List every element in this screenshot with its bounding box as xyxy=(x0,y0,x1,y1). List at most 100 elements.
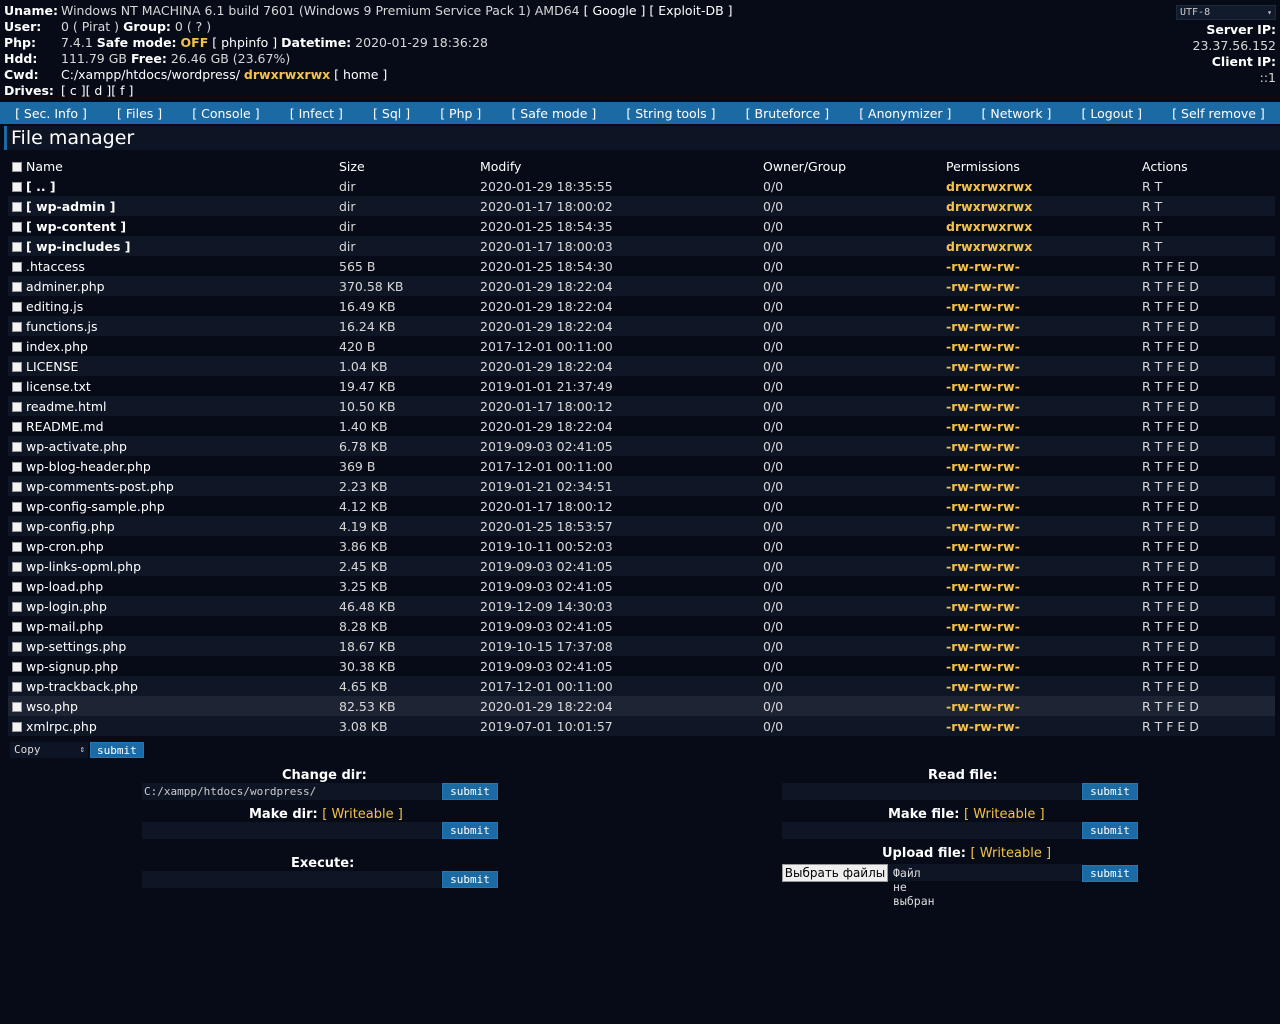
file-permissions-link[interactable]: -rw-rw-rw- xyxy=(946,319,1020,334)
menu-self-remove[interactable]: [ Self remove ] xyxy=(1172,106,1265,121)
menu-anonymizer[interactable]: [ Anonymizer ] xyxy=(859,106,951,121)
file-permissions-link[interactable]: -rw-rw-rw- xyxy=(946,379,1020,394)
file-permissions-link[interactable]: -rw-rw-rw- xyxy=(946,559,1020,574)
row-checkbox[interactable] xyxy=(12,381,22,392)
table-row[interactable]: README.md 1.40 KB 2020-01-29 18:22:04 0/0 -r… xyxy=(8,416,1275,436)
file-permissions-link[interactable]: -rw-rw-rw- xyxy=(946,279,1020,294)
file-permissions-link[interactable]: drwxrwxrwx xyxy=(946,179,1032,194)
file-actions-links[interactable]: R T F E D xyxy=(1142,676,1275,696)
home-link[interactable]: [ home ] xyxy=(334,67,387,82)
file-name-link[interactable]: adminer.php xyxy=(26,279,105,294)
menu-bruteforce[interactable]: [ Bruteforce ] xyxy=(746,106,829,121)
file-name-link[interactable]: wp-blog-header.php xyxy=(26,459,151,474)
upload-file-submit[interactable]: submit xyxy=(1082,865,1138,882)
file-actions-links[interactable]: R T F E D xyxy=(1142,456,1275,476)
menu-sql[interactable]: [ Sql ] xyxy=(373,106,410,121)
row-checkbox[interactable] xyxy=(12,261,22,272)
drive-d-link[interactable]: [ d ] xyxy=(86,83,112,98)
file-actions-links[interactable]: R T F E D xyxy=(1142,576,1275,596)
table-row[interactable]: wp-config-sample.php 4.12 KB 2020-01-17 18… xyxy=(8,496,1275,516)
make-file-submit[interactable]: submit xyxy=(1082,822,1138,839)
read-file-input[interactable] xyxy=(782,783,1081,800)
row-checkbox[interactable] xyxy=(12,281,22,292)
table-row[interactable]: index.php 420 B 2017-12-01 00:11:00 0/0 -rw-… xyxy=(8,336,1275,356)
file-actions-links[interactable]: R T F E D xyxy=(1142,696,1275,716)
execute-input[interactable] xyxy=(142,871,441,888)
file-actions-links[interactable]: R T F E D xyxy=(1142,396,1275,416)
file-permissions-link[interactable]: -rw-rw-rw- xyxy=(946,459,1020,474)
file-name-link[interactable]: wp-config.php xyxy=(26,519,115,534)
table-row[interactable]: [ .. ] dir 2020-01-29 18:35:55 0/0 drwxrwxrw… xyxy=(8,176,1275,196)
table-row[interactable]: functions.js 16.24 KB 2020-01-29 18:22:04 0… xyxy=(8,316,1275,336)
row-checkbox[interactable] xyxy=(12,621,22,632)
table-row[interactable]: wp-cron.php 3.86 KB 2019-10-11 00:52:03 0/0… xyxy=(8,536,1275,556)
file-permissions-link[interactable]: -rw-rw-rw- xyxy=(946,259,1020,274)
file-permissions-link[interactable]: -rw-rw-rw- xyxy=(946,599,1020,614)
file-name-link[interactable]: readme.html xyxy=(26,399,106,414)
file-name-link[interactable]: [ .. ] xyxy=(26,179,56,194)
file-name-link[interactable]: wp-links-opml.php xyxy=(26,559,141,574)
file-actions-links[interactable]: R T F E D xyxy=(1142,536,1275,556)
col-owner[interactable]: Owner/Group xyxy=(763,156,946,176)
table-row[interactable]: wp-activate.php 6.78 KB 2019-09-03 02:41:0… xyxy=(8,436,1275,456)
file-actions-links[interactable]: R T xyxy=(1142,196,1275,216)
file-actions-links[interactable]: R T F E D xyxy=(1142,416,1275,436)
file-name-link[interactable]: functions.js xyxy=(26,319,98,334)
menu-php[interactable]: [ Php ] xyxy=(440,106,481,121)
table-row[interactable]: license.txt 19.47 KB 2019-01-01 21:37:49 0/… xyxy=(8,376,1275,396)
row-checkbox[interactable] xyxy=(12,461,22,472)
row-checkbox[interactable] xyxy=(12,581,22,592)
file-name-link[interactable]: wp-mail.php xyxy=(26,619,103,634)
menu-safe-mode[interactable]: [ Safe mode ] xyxy=(511,106,596,121)
file-name-link[interactable]: wp-activate.php xyxy=(26,439,127,454)
file-permissions-link[interactable]: -rw-rw-rw- xyxy=(946,419,1020,434)
make-file-input[interactable] xyxy=(782,822,1081,839)
row-checkbox[interactable] xyxy=(12,641,22,652)
file-actions-links[interactable]: R T F E D xyxy=(1142,656,1275,676)
menu-console[interactable]: [ Console ] xyxy=(192,106,259,121)
file-permissions-link[interactable]: -rw-rw-rw- xyxy=(946,359,1020,374)
row-checkbox[interactable] xyxy=(12,301,22,312)
menu-string-tools[interactable]: [ String tools ] xyxy=(626,106,715,121)
table-row[interactable]: wp-comments-post.php 2.23 KB 2019-01-21 02… xyxy=(8,476,1275,496)
menu-logout[interactable]: [ Logout ] xyxy=(1082,106,1143,121)
row-checkbox[interactable] xyxy=(12,321,22,332)
make-dir-submit[interactable]: submit xyxy=(442,822,498,839)
exploitdb-link[interactable]: [ Exploit-DB ] xyxy=(649,3,732,18)
menu-files[interactable]: [ Files ] xyxy=(117,106,162,121)
row-checkbox[interactable] xyxy=(12,421,22,432)
file-actions-links[interactable]: R T F E D xyxy=(1142,316,1275,336)
file-actions-links[interactable]: R T F E D xyxy=(1142,636,1275,656)
row-checkbox[interactable] xyxy=(12,181,22,192)
file-actions-links[interactable]: R T F E D xyxy=(1142,336,1275,356)
table-row[interactable]: wp-login.php 46.48 KB 2019-12-09 14:30:03 0… xyxy=(8,596,1275,616)
make-dir-input[interactable] xyxy=(142,822,441,839)
file-name-link[interactable]: index.php xyxy=(26,339,88,354)
row-checkbox[interactable] xyxy=(12,481,22,492)
file-permissions-link[interactable]: -rw-rw-rw- xyxy=(946,659,1020,674)
file-name-link[interactable]: wp-comments-post.php xyxy=(26,479,174,494)
file-permissions-link[interactable]: -rw-rw-rw- xyxy=(946,579,1020,594)
row-checkbox[interactable] xyxy=(12,201,22,212)
file-actions-links[interactable]: R T F E D xyxy=(1142,476,1275,496)
file-permissions-link[interactable]: -rw-rw-rw- xyxy=(946,339,1020,354)
row-checkbox[interactable] xyxy=(12,681,22,692)
file-permissions-link[interactable]: -rw-rw-rw- xyxy=(946,619,1020,634)
table-row[interactable]: wp-signup.php 30.38 KB 2019-09-03 02:41:05… xyxy=(8,656,1275,676)
row-checkbox[interactable] xyxy=(12,661,22,672)
select-all-checkbox[interactable] xyxy=(12,161,22,172)
table-row[interactable]: wp-mail.php 8.28 KB 2019-09-03 02:41:05 0/0… xyxy=(8,616,1275,636)
row-checkbox[interactable] xyxy=(12,241,22,252)
file-name-link[interactable]: README.md xyxy=(26,419,104,434)
bulk-submit-button[interactable]: submit xyxy=(90,742,144,758)
table-row[interactable]: wp-links-opml.php 2.45 KB 2019-09-03 02:41… xyxy=(8,556,1275,576)
file-permissions-link[interactable]: drwxrwxrwx xyxy=(946,199,1032,214)
phpinfo-link[interactable]: [ phpinfo ] xyxy=(212,35,277,50)
file-permissions-link[interactable]: -rw-rw-rw- xyxy=(946,679,1020,694)
file-name-link[interactable]: wp-cron.php xyxy=(26,539,104,554)
file-permissions-link[interactable]: -rw-rw-rw- xyxy=(946,539,1020,554)
row-checkbox[interactable] xyxy=(12,341,22,352)
table-row[interactable]: LICENSE 1.04 KB 2020-01-29 18:22:04 0/0 -rw-… xyxy=(8,356,1275,376)
change-dir-submit[interactable]: submit xyxy=(442,783,498,800)
table-row[interactable]: xmlrpc.php 3.08 KB 2019-07-01 10:01:57 0/0-… xyxy=(8,716,1275,736)
